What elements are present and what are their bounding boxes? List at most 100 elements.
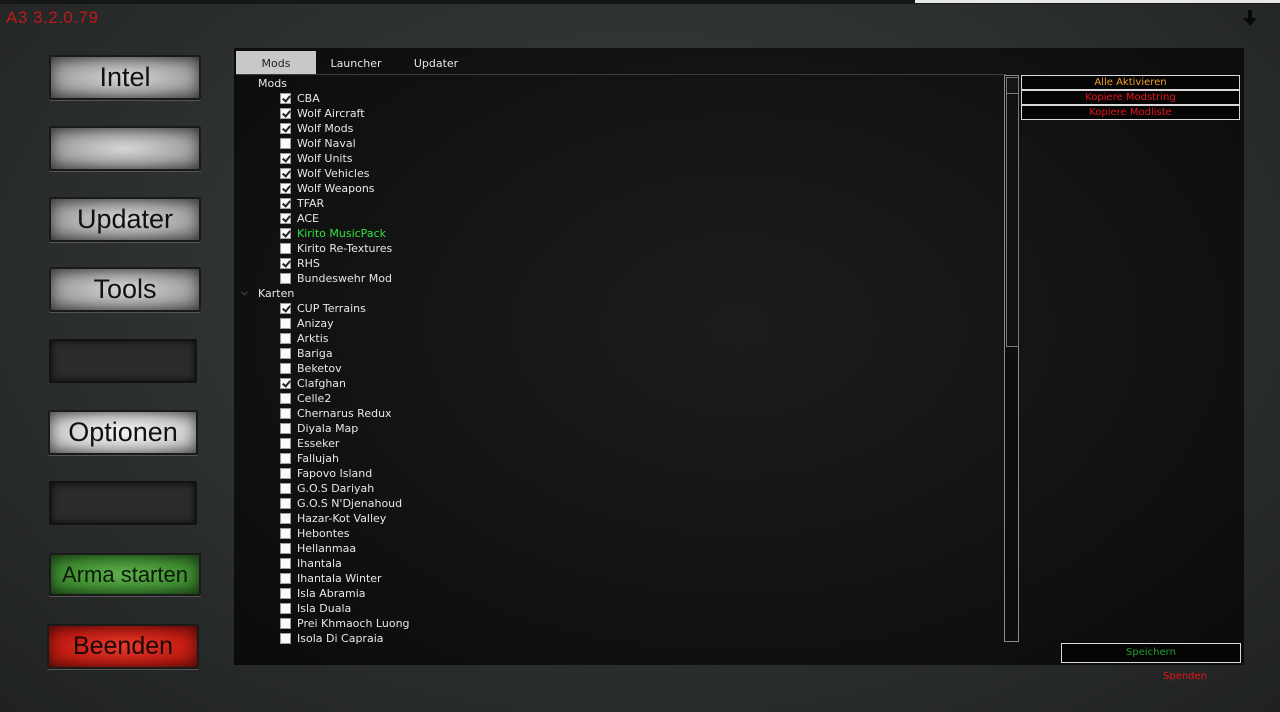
tree-item[interactable]: TFAR bbox=[280, 196, 324, 211]
disabled-nav-button-2[interactable] bbox=[49, 481, 197, 525]
tree-item[interactable]: RHS bbox=[280, 256, 320, 271]
checkbox-checked-icon[interactable] bbox=[280, 168, 291, 179]
checkbox-icon[interactable] bbox=[280, 528, 291, 539]
checkbox-icon[interactable] bbox=[280, 483, 291, 494]
checkbox-icon[interactable] bbox=[280, 273, 291, 284]
checkbox-icon[interactable] bbox=[280, 363, 291, 374]
checkbox-icon[interactable] bbox=[280, 423, 291, 434]
tree-item[interactable]: Wolf Vehicles bbox=[280, 166, 369, 181]
download-arrow-icon[interactable] bbox=[1242, 10, 1258, 28]
beenden-button[interactable]: Beenden bbox=[47, 624, 199, 669]
spenden-link[interactable]: Spenden bbox=[1163, 671, 1207, 682]
blank-nav-button[interactable] bbox=[49, 126, 201, 171]
tree-item[interactable]: Hebontes bbox=[280, 526, 350, 541]
tree-item[interactable]: Fapovo Island bbox=[280, 466, 372, 481]
checkbox-checked-icon[interactable] bbox=[280, 123, 291, 134]
tab-updater[interactable]: Updater bbox=[396, 51, 476, 74]
tree-item[interactable]: Prei Khmaoch Luong bbox=[280, 616, 410, 631]
tree-item[interactable]: Wolf Mods bbox=[280, 121, 353, 136]
tree-item[interactable]: Clafghan bbox=[280, 376, 346, 391]
tree-group-0[interactable]: Mods bbox=[258, 76, 287, 91]
checkbox-checked-icon[interactable] bbox=[280, 183, 291, 194]
checkbox-checked-icon[interactable] bbox=[280, 153, 291, 164]
checkbox-icon[interactable] bbox=[280, 468, 291, 479]
tree-item[interactable]: Diyala Map bbox=[280, 421, 358, 436]
checkbox-icon[interactable] bbox=[280, 138, 291, 149]
scroll-thumb[interactable] bbox=[1006, 93, 1019, 347]
checkbox-icon[interactable] bbox=[280, 498, 291, 509]
tree-item[interactable]: Ihantala Winter bbox=[280, 571, 382, 586]
tree-item[interactable]: Wolf Aircraft bbox=[280, 106, 365, 121]
checkbox-checked-icon[interactable] bbox=[280, 228, 291, 239]
tree-item[interactable]: Kirito Re-Textures bbox=[280, 241, 392, 256]
tree-item[interactable]: Wolf Naval bbox=[280, 136, 356, 151]
tree-item[interactable]: Fallujah bbox=[280, 451, 339, 466]
tree-item[interactable]: Bariga bbox=[280, 346, 333, 361]
tree-item[interactable]: G.O.S Dariyah bbox=[280, 481, 374, 496]
tree-item[interactable]: Isola Di Capraia bbox=[280, 631, 384, 646]
updater-nav-button[interactable]: Updater bbox=[49, 197, 201, 242]
checkbox-icon[interactable] bbox=[280, 603, 291, 614]
tree-item[interactable]: Wolf Units bbox=[280, 151, 353, 166]
checkbox-icon[interactable] bbox=[280, 243, 291, 254]
tree-item[interactable]: Ihantala bbox=[280, 556, 342, 571]
tools-button[interactable]: Tools bbox=[49, 267, 201, 312]
tree-item[interactable]: Hellanmaa bbox=[280, 541, 356, 556]
checkbox-icon[interactable] bbox=[280, 318, 291, 329]
tree-item[interactable]: Hazar-Kot Valley bbox=[280, 511, 386, 526]
chevron-down-icon[interactable]: ⌵ bbox=[241, 286, 248, 301]
disabled-nav-button[interactable] bbox=[49, 339, 197, 383]
checkbox-checked-icon[interactable] bbox=[280, 303, 291, 314]
checkbox-icon[interactable] bbox=[280, 588, 291, 599]
optionen-button[interactable]: Optionen bbox=[48, 410, 198, 455]
checkbox-icon[interactable] bbox=[280, 453, 291, 464]
arma-starten-button[interactable]: Arma starten bbox=[49, 553, 201, 596]
checkbox-checked-icon[interactable] bbox=[280, 108, 291, 119]
alle-aktivieren-button[interactable]: Alle Aktivieren bbox=[1021, 75, 1240, 90]
tree-item[interactable]: CBA bbox=[280, 91, 320, 106]
tree-item[interactable]: Kirito MusicPack bbox=[280, 226, 386, 241]
tab-launcher[interactable]: Launcher bbox=[316, 51, 396, 74]
tree-item[interactable]: G.O.S N'Djenahoud bbox=[280, 496, 402, 511]
checkbox-checked-icon[interactable] bbox=[280, 198, 291, 209]
intel-button[interactable]: Intel bbox=[49, 55, 201, 100]
checkbox-icon[interactable] bbox=[280, 513, 291, 524]
tree-item-label: Wolf Naval bbox=[297, 137, 356, 150]
kopiere-modstring-button[interactable]: Kopiere Modstring bbox=[1021, 90, 1240, 105]
tree-item[interactable]: Arktis bbox=[280, 331, 329, 346]
checkbox-icon[interactable] bbox=[280, 558, 291, 569]
checkbox-icon[interactable] bbox=[280, 348, 291, 359]
checkbox-icon[interactable] bbox=[280, 618, 291, 629]
checkbox-checked-icon[interactable] bbox=[280, 93, 291, 104]
tree-group-1[interactable]: ⌵ Karten bbox=[241, 286, 294, 301]
tree-item[interactable]: Bundeswehr Mod bbox=[280, 271, 392, 286]
tree-scrollbar[interactable] bbox=[1004, 75, 1019, 642]
checkbox-checked-icon[interactable] bbox=[280, 258, 291, 269]
tree-item-label: Hebontes bbox=[297, 527, 350, 540]
tree-item[interactable]: Beketov bbox=[280, 361, 342, 376]
tree-item[interactable]: ACE bbox=[280, 211, 319, 226]
checkbox-checked-icon[interactable] bbox=[280, 213, 291, 224]
tree-item[interactable]: Isla Abramia bbox=[280, 586, 366, 601]
tree-item[interactable]: Celle2 bbox=[280, 391, 331, 406]
tree-item-label: Kirito Re-Textures bbox=[297, 242, 393, 255]
tree-item[interactable]: Esseker bbox=[280, 436, 339, 451]
scroll-up-arrow-icon[interactable] bbox=[1006, 77, 1019, 94]
checkbox-icon[interactable] bbox=[280, 408, 291, 419]
kopiere-modliste-button[interactable]: Kopiere Modliste bbox=[1021, 105, 1240, 120]
tree-item[interactable]: Wolf Weapons bbox=[280, 181, 375, 196]
tree-item[interactable]: Anizay bbox=[280, 316, 334, 331]
tree-item[interactable]: Chernarus Redux bbox=[280, 406, 392, 421]
tab-mods[interactable]: Mods bbox=[236, 51, 316, 74]
checkbox-icon[interactable] bbox=[280, 573, 291, 584]
checkbox-icon[interactable] bbox=[280, 633, 291, 644]
checkbox-icon[interactable] bbox=[280, 438, 291, 449]
tree-item-label: Prei Khmaoch Luong bbox=[297, 617, 410, 630]
checkbox-checked-icon[interactable] bbox=[280, 378, 291, 389]
checkbox-icon[interactable] bbox=[280, 333, 291, 344]
tree-item[interactable]: Isla Duala bbox=[280, 601, 351, 616]
checkbox-icon[interactable] bbox=[280, 393, 291, 404]
checkbox-icon[interactable] bbox=[280, 543, 291, 554]
tree-item[interactable]: CUP Terrains bbox=[280, 301, 366, 316]
speichern-button[interactable]: Speichern bbox=[1061, 643, 1241, 663]
